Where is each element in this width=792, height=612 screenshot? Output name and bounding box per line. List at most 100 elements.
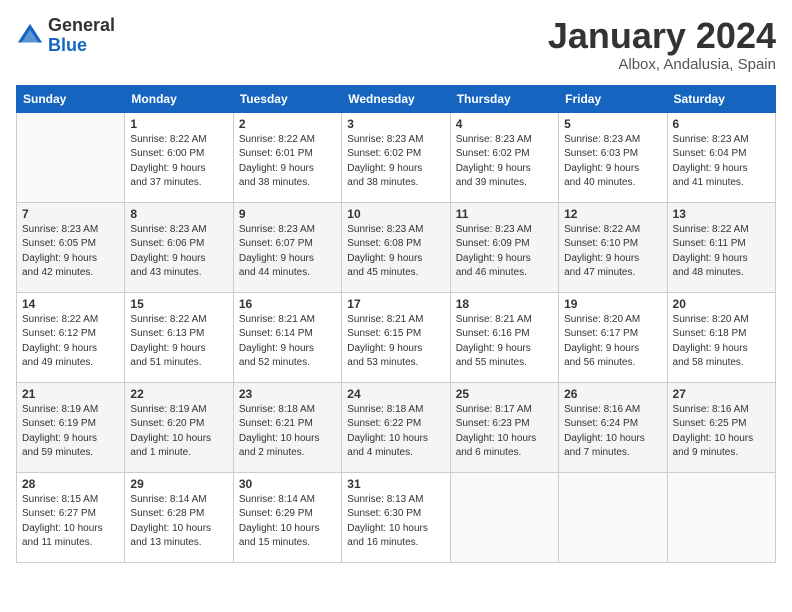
calendar-cell: 25Sunrise: 8:17 AMSunset: 6:23 PMDayligh… (450, 382, 558, 472)
day-number: 5 (564, 117, 661, 131)
calendar-header: SundayMondayTuesdayWednesdayThursdayFrid… (17, 85, 776, 112)
day-number: 19 (564, 297, 661, 311)
day-info: Sunrise: 8:23 AMSunset: 6:07 PMDaylight:… (239, 223, 336, 281)
day-info: Sunrise: 8:18 AMSunset: 6:21 PMDaylight:… (239, 403, 336, 461)
calendar-cell: 16 Sunrise: 8:21 AMSunset: 6:14 PMDayligh… (233, 292, 341, 382)
month-title: January 2024 (548, 16, 776, 56)
day-number: 17 (347, 297, 444, 311)
calendar-cell: 7 Sunrise: 8:23 AMSunset: 6:05 PMDaylight… (17, 202, 125, 292)
calendar-cell: 19 Sunrise: 8:20 AMSunset: 6:17 PMDayligh… (559, 292, 667, 382)
day-number: 27 (673, 387, 770, 401)
day-info: Sunrise: 8:14 AMSunset: 6:28 PMDaylight:… (130, 493, 227, 551)
calendar-cell: 9 Sunrise: 8:23 AMSunset: 6:07 PMDaylight… (233, 202, 341, 292)
calendar-cell: 26 Sunrise: 8:16 AMSunset: 6:24 PMDayligh… (559, 382, 667, 472)
calendar-cell: 27 Sunrise: 8:16 AMSunset: 6:25 PMDayligh… (667, 382, 775, 472)
calendar-cell: 24 Sunrise: 8:18 AMSunset: 6:22 PMDayligh… (342, 382, 450, 472)
header-row: SundayMondayTuesdayWednesdayThursdayFrid… (17, 85, 776, 112)
calendar-cell: 18Sunrise: 8:21 AMSunset: 6:16 PMDayligh… (450, 292, 558, 382)
day-info: Sunrise: 8:17 AMSunset: 6:23 PMDaylight:… (456, 403, 553, 461)
day-number: 28 (22, 477, 119, 491)
calendar-cell: 10 Sunrise: 8:23 AMSunset: 6:08 PMDayligh… (342, 202, 450, 292)
calendar-cell: 3Sunrise: 8:23 AMSunset: 6:02 PMDaylight… (342, 112, 450, 202)
calendar-cell: 11Sunrise: 8:23 AMSunset: 6:09 PMDayligh… (450, 202, 558, 292)
day-info: Sunrise: 8:23 AMSunset: 6:03 PMDaylight:… (564, 133, 661, 191)
header-day-sunday: Sunday (17, 85, 125, 112)
day-info: Sunrise: 8:23 AMSunset: 6:09 PMDaylight:… (456, 223, 553, 281)
day-info: Sunrise: 8:19 AMSunset: 6:19 PMDaylight:… (22, 403, 119, 461)
calendar-cell (17, 112, 125, 202)
logo-icon (16, 22, 44, 50)
day-info: Sunrise: 8:16 AMSunset: 6:25 PMDaylight:… (673, 403, 770, 461)
calendar-cell: 2 Sunrise: 8:22 AMSunset: 6:01 PMDaylight… (233, 112, 341, 202)
day-number: 1 (130, 117, 227, 131)
day-number: 13 (673, 207, 770, 221)
day-number: 4 (456, 117, 553, 131)
day-info: Sunrise: 8:19 AMSunset: 6:20 PMDaylight:… (130, 403, 227, 461)
calendar-cell (450, 472, 558, 562)
day-info: Sunrise: 8:22 AMSunset: 6:11 PMDaylight:… (673, 223, 770, 281)
day-number: 2 (239, 117, 336, 131)
day-info: Sunrise: 8:23 AMSunset: 6:02 PMDaylight:… (456, 133, 553, 191)
header-day-thursday: Thursday (450, 85, 558, 112)
logo: General Blue (16, 16, 115, 56)
day-number: 31 (347, 477, 444, 491)
day-info: Sunrise: 8:23 AMSunset: 6:05 PMDaylight:… (22, 223, 119, 281)
day-info: Sunrise: 8:22 AMSunset: 6:01 PMDaylight:… (239, 133, 336, 191)
calendar-cell: 12Sunrise: 8:22 AMSunset: 6:10 PMDayligh… (559, 202, 667, 292)
day-number: 23 (239, 387, 336, 401)
day-number: 15 (130, 297, 227, 311)
day-info: Sunrise: 8:22 AMSunset: 6:13 PMDaylight:… (130, 313, 227, 371)
day-number: 12 (564, 207, 661, 221)
calendar-cell: 23 Sunrise: 8:18 AMSunset: 6:21 PMDayligh… (233, 382, 341, 472)
day-info: Sunrise: 8:21 AMSunset: 6:14 PMDaylight:… (239, 313, 336, 371)
calendar-cell: 20Sunrise: 8:20 AMSunset: 6:18 PMDayligh… (667, 292, 775, 382)
day-number: 16 (239, 297, 336, 311)
day-number: 8 (130, 207, 227, 221)
calendar-cell: 29 Sunrise: 8:14 AMSunset: 6:28 PMDayligh… (125, 472, 233, 562)
day-number: 10 (347, 207, 444, 221)
calendar-cell (667, 472, 775, 562)
day-number: 26 (564, 387, 661, 401)
day-info: Sunrise: 8:20 AMSunset: 6:17 PMDaylight:… (564, 313, 661, 371)
day-info: Sunrise: 8:23 AMSunset: 6:06 PMDaylight:… (130, 223, 227, 281)
day-number: 21 (22, 387, 119, 401)
calendar-cell: 15 Sunrise: 8:22 AMSunset: 6:13 PMDayligh… (125, 292, 233, 382)
location-subtitle: Albox, Andalusia, Spain (548, 56, 776, 73)
header-day-tuesday: Tuesday (233, 85, 341, 112)
day-info: Sunrise: 8:23 AMSunset: 6:02 PMDaylight:… (347, 133, 444, 191)
calendar-cell: 31 Sunrise: 8:13 AMSunset: 6:30 PMDayligh… (342, 472, 450, 562)
day-number: 22 (130, 387, 227, 401)
week-row-4: 21 Sunrise: 8:19 AMSunset: 6:19 PMDayligh… (17, 382, 776, 472)
day-info: Sunrise: 8:23 AMSunset: 6:08 PMDaylight:… (347, 223, 444, 281)
week-row-3: 14Sunrise: 8:22 AMSunset: 6:12 PMDayligh… (17, 292, 776, 382)
calendar-cell: 1 Sunrise: 8:22 AMSunset: 6:00 PMDaylight… (125, 112, 233, 202)
header-day-saturday: Saturday (667, 85, 775, 112)
day-number: 29 (130, 477, 227, 491)
day-info: Sunrise: 8:16 AMSunset: 6:24 PMDaylight:… (564, 403, 661, 461)
day-info: Sunrise: 8:13 AMSunset: 6:30 PMDaylight:… (347, 493, 444, 551)
week-row-5: 28Sunrise: 8:15 AMSunset: 6:27 PMDayligh… (17, 472, 776, 562)
calendar-cell: 21 Sunrise: 8:19 AMSunset: 6:19 PMDayligh… (17, 382, 125, 472)
calendar-cell: 14Sunrise: 8:22 AMSunset: 6:12 PMDayligh… (17, 292, 125, 382)
day-number: 7 (22, 207, 119, 221)
calendar-cell: 6Sunrise: 8:23 AMSunset: 6:04 PMDaylight… (667, 112, 775, 202)
calendar-cell: 17 Sunrise: 8:21 AMSunset: 6:15 PMDayligh… (342, 292, 450, 382)
day-info: Sunrise: 8:22 AMSunset: 6:00 PMDaylight:… (130, 133, 227, 191)
title-block: January 2024 Albox, Andalusia, Spain (548, 16, 776, 73)
day-info: Sunrise: 8:22 AMSunset: 6:12 PMDaylight:… (22, 313, 119, 371)
week-row-1: 1 Sunrise: 8:22 AMSunset: 6:00 PMDaylight… (17, 112, 776, 202)
calendar-cell: 5 Sunrise: 8:23 AMSunset: 6:03 PMDaylight… (559, 112, 667, 202)
header-day-monday: Monday (125, 85, 233, 112)
day-info: Sunrise: 8:21 AMSunset: 6:15 PMDaylight:… (347, 313, 444, 371)
day-info: Sunrise: 8:21 AMSunset: 6:16 PMDaylight:… (456, 313, 553, 371)
calendar-table: SundayMondayTuesdayWednesdayThursdayFrid… (16, 85, 776, 563)
calendar-body: 1 Sunrise: 8:22 AMSunset: 6:00 PMDaylight… (17, 112, 776, 562)
header-day-wednesday: Wednesday (342, 85, 450, 112)
day-info: Sunrise: 8:23 AMSunset: 6:04 PMDaylight:… (673, 133, 770, 191)
day-number: 24 (347, 387, 444, 401)
header-day-friday: Friday (559, 85, 667, 112)
day-number: 30 (239, 477, 336, 491)
day-info: Sunrise: 8:18 AMSunset: 6:22 PMDaylight:… (347, 403, 444, 461)
day-number: 20 (673, 297, 770, 311)
day-number: 9 (239, 207, 336, 221)
